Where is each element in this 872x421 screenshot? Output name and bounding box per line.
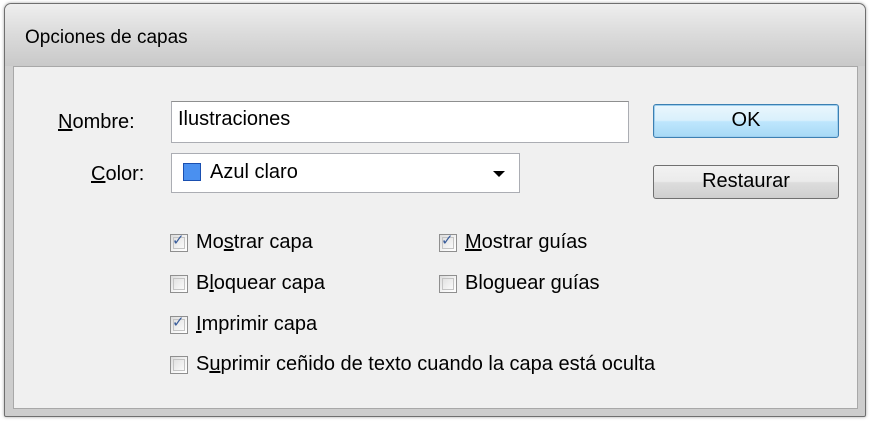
color-swatch [183, 163, 201, 181]
checkmark-icon: ✓ [172, 231, 185, 249]
title-bar[interactable]: Opciones de capas [5, 4, 865, 66]
color-dropdown[interactable]: Azul claro [171, 153, 520, 193]
dialog-body: Nombre: Ilustraciones Color: Azul claro … [13, 66, 858, 409]
name-label: Nombre: [58, 111, 135, 133]
show-layer-checkbox[interactable]: ✓ [170, 231, 188, 252]
lock-layer-option[interactable]: ✓ Bloquear capa [170, 272, 400, 298]
lock-guides-checkbox[interactable]: ✓ [439, 275, 457, 293]
color-dropdown-value: Azul claro [210, 161, 298, 183]
ok-button[interactable]: OK [653, 104, 839, 138]
name-field[interactable]: Ilustraciones [171, 101, 629, 143]
lock-guides-option[interactable]: ✓ Bloguear guías [439, 272, 639, 298]
show-guides-checkbox[interactable]: ✓ [439, 231, 457, 252]
suppress-text-wrap-option[interactable]: ✓ Suprimir ceñido de texto cuando la cap… [170, 353, 810, 379]
reset-button[interactable]: Restaurar [653, 165, 839, 199]
show-layer-option[interactable]: ✓ Mostrar capa [170, 231, 400, 257]
print-layer-option[interactable]: ✓ Imprimir capa [170, 313, 400, 339]
show-guides-option[interactable]: ✓ Mostrar guías [439, 231, 639, 257]
print-layer-label: Imprimir capa [196, 313, 318, 335]
color-label: Color: [91, 163, 145, 185]
lock-layer-checkbox[interactable]: ✓ [170, 275, 188, 293]
show-guides-label: Mostrar guías [465, 231, 588, 253]
print-layer-checkbox[interactable]: ✓ [170, 313, 188, 334]
name-field-value: Ilustraciones [178, 108, 291, 130]
dialog-title: Opciones de capas [25, 27, 188, 48]
layer-options-dialog: Opciones de capas Nombre: Ilustraciones … [4, 3, 866, 417]
lock-layer-label: Bloquear capa [196, 272, 325, 294]
suppress-text-wrap-checkbox[interactable]: ✓ [170, 356, 188, 374]
show-layer-label: Mostrar capa [196, 231, 313, 253]
suppress-text-wrap-label: Suprimir ceñido de texto cuando la capa … [196, 353, 656, 375]
checkmark-icon: ✓ [441, 231, 454, 249]
dropdown-arrow-icon[interactable] [493, 171, 505, 177]
lock-guides-label: Bloguear guías [465, 272, 600, 294]
checkmark-icon: ✓ [172, 313, 185, 331]
